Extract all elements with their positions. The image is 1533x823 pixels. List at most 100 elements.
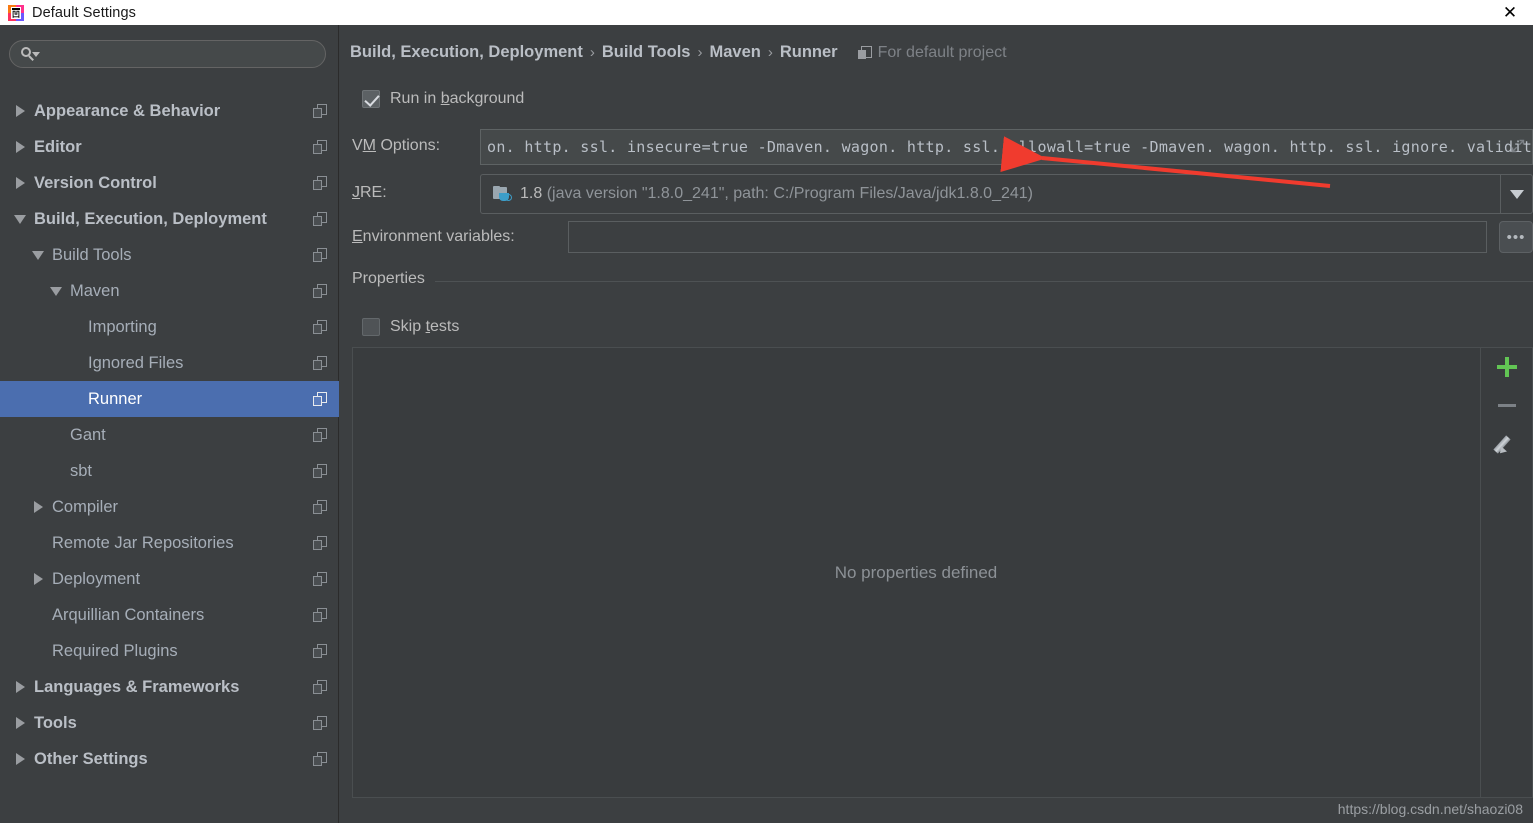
sidebar-item-importing[interactable]: Importing [0,309,339,345]
copy-icon[interactable] [313,356,327,370]
jre-detail: (java version "1.8.0_241", path: C:/Prog… [546,185,1033,202]
edit-property-button[interactable] [1481,424,1533,462]
sidebar-item-label: Build, Execution, Deployment [34,209,267,228]
sidebar-item-build-tools[interactable]: Build Tools [0,237,339,273]
copy-icon[interactable] [313,572,327,586]
chevron-down-icon[interactable] [1500,175,1532,213]
sidebar-item-languages-frameworks[interactable]: Languages & Frameworks [0,669,339,705]
search-field[interactable] [36,44,286,64]
breadcrumb-part-2[interactable]: Maven [709,43,760,62]
chevron-right-icon[interactable] [14,140,28,154]
add-property-button[interactable] [1481,348,1533,386]
sidebar-item-arquillian-containers[interactable]: Arquillian Containers [0,597,339,633]
copy-icon[interactable] [313,212,327,226]
vm-options-label: VM Options: [352,137,441,154]
run-in-background-row[interactable]: Run in background [362,90,524,108]
expand-icon[interactable] [1508,138,1528,158]
environment-variables-input[interactable] [568,221,1487,253]
sidebar-item-label: Maven [70,281,120,300]
copy-icon[interactable] [313,608,327,622]
jre-combobox[interactable]: 1.8 (java version "1.8.0_241", path: C:/… [480,174,1533,214]
sidebar-item-label: Runner [88,389,143,408]
vm-options-value: on. http. ssl. insecure=true -Dmaven. wa… [487,138,1533,156]
sidebar-item-label: Version Control [34,173,157,192]
copy-icon[interactable] [313,752,327,766]
copy-icon[interactable] [313,464,327,478]
sidebar-item-label: Other Settings [34,749,148,768]
sidebar-item-version-control[interactable]: Version Control [0,165,339,201]
watermark-text: https://blog.csdn.net/shaozi08 [1337,801,1523,817]
sidebar-item-compiler[interactable]: Compiler [0,489,339,525]
sidebar-item-editor[interactable]: Editor [0,129,339,165]
chevron-down-icon[interactable] [32,248,46,262]
sidebar-item-tools[interactable]: Tools [0,705,339,741]
close-button[interactable]: ✕ [1487,0,1533,25]
environment-variables-browse-button[interactable]: ••• [1499,221,1533,253]
sidebar-item-appearance-behavior[interactable]: Appearance & Behavior [0,93,339,129]
copy-icon[interactable] [313,320,327,334]
environment-variables-field[interactable] [569,222,1486,252]
vm-options-row: VM Options: on. http. ssl. insecure=true… [352,129,1533,165]
search-input[interactable] [9,40,326,68]
sidebar-item-label: Build Tools [52,245,132,264]
environment-variables-label: Environment variables: [352,228,515,245]
sidebar-item-label: Gant [70,425,106,444]
copy-icon[interactable] [313,716,327,730]
copy-icon[interactable] [313,536,327,550]
copy-icon[interactable] [313,284,327,298]
copy-icon[interactable] [313,176,327,190]
chevron-right-icon[interactable] [32,572,46,586]
skip-tests-checkbox[interactable] [362,318,380,336]
sidebar-item-label: Ignored Files [88,353,184,372]
breadcrumb-part-3[interactable]: Runner [780,43,838,62]
copy-icon[interactable] [313,248,327,262]
chevron-down-icon[interactable] [14,212,28,226]
chevron-right-icon[interactable] [14,752,28,766]
copy-icon[interactable] [313,140,327,154]
copy-icon[interactable] [313,644,327,658]
copy-icon[interactable] [313,392,327,406]
breadcrumb: Build, Execution, Deployment › Build Too… [350,43,1007,62]
environment-variables-row: Environment variables: ••• [352,221,1533,255]
copy-icon[interactable] [313,680,327,694]
sidebar-item-label: Tools [34,713,77,732]
sidebar-item-maven[interactable]: Maven [0,273,339,309]
sidebar-item-gant[interactable]: Gant [0,417,339,453]
sidebar-item-label: Required Plugins [52,641,178,660]
vm-options-input[interactable]: on. http. ssl. insecure=true -Dmaven. wa… [480,129,1533,165]
breadcrumb-separator: › [697,44,703,61]
copy-icon[interactable] [313,104,327,118]
sidebar-item-remote-jar-repositories[interactable]: Remote Jar Repositories [0,525,339,561]
chevron-right-icon[interactable] [14,104,28,118]
properties-toolbar [1480,348,1532,797]
chevron-right-icon[interactable] [14,680,28,694]
copy-icon[interactable] [313,428,327,442]
sidebar-item-deployment[interactable]: Deployment [0,561,339,597]
sidebar-item-label: Editor [34,137,82,156]
sidebar-item-ignored-files[interactable]: Ignored Files [0,345,339,381]
chevron-down-icon[interactable] [50,284,64,298]
chevron-right-icon[interactable] [32,500,46,514]
sidebar-item-required-plugins[interactable]: Required Plugins [0,633,339,669]
jre-value: 1.8 (java version "1.8.0_241", path: C:/… [520,185,1033,203]
sidebar-item-runner[interactable]: Runner [0,381,339,417]
chevron-right-icon[interactable] [14,176,28,190]
breadcrumb-part-0[interactable]: Build, Execution, Deployment [350,43,583,62]
sidebar-item-sbt[interactable]: sbt [0,453,339,489]
properties-list-panel[interactable]: No properties defined [352,347,1533,798]
skip-tests-row[interactable]: Skip tests [362,318,459,336]
copy-icon[interactable] [313,500,327,514]
remove-property-button[interactable] [1481,386,1533,424]
chevron-right-icon[interactable] [14,716,28,730]
breadcrumb-part-1[interactable]: Build Tools [602,43,691,62]
run-in-background-checkbox[interactable] [362,90,380,108]
sidebar-item-label: Importing [88,317,157,336]
sidebar-item-build-execution-deployment[interactable]: Build, Execution, Deployment [0,201,339,237]
sidebar-item-other-settings[interactable]: Other Settings [0,741,339,777]
pencil-icon [1493,433,1517,456]
